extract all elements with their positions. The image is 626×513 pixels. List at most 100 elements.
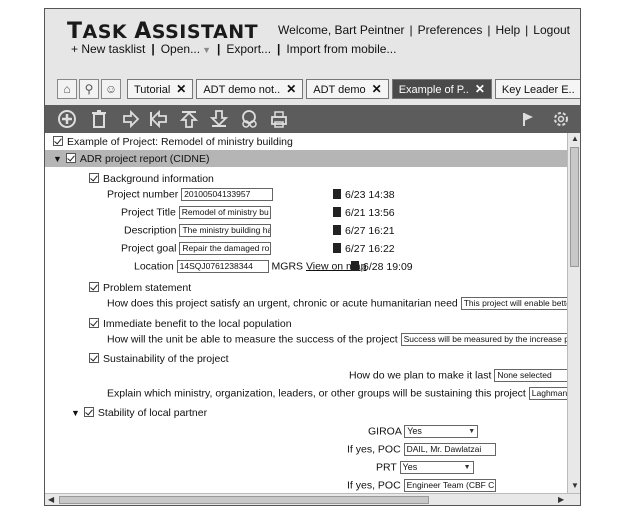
add-icon[interactable] <box>57 109 77 129</box>
vertical-scrollbar[interactable]: ▲ ▼ <box>567 133 580 493</box>
field-label: Location <box>134 260 174 273</box>
collapse-triangle-icon[interactable]: ▼ <box>71 408 80 418</box>
import-link[interactable]: Import from mobile... <box>286 42 396 56</box>
move-down-icon[interactable] <box>209 109 229 129</box>
checkbox[interactable] <box>89 353 99 363</box>
select-value: Yes <box>402 462 418 472</box>
delete-icon[interactable] <box>89 109 109 129</box>
outdent-icon[interactable] <box>149 109 169 129</box>
scroll-down-icon[interactable]: ▼ <box>571 481 579 490</box>
field-label: PRT <box>376 461 397 474</box>
preferences-link[interactable]: Preferences <box>418 23 483 37</box>
sustain-org-field[interactable]: Laghman Director of Ag <box>528 387 567 400</box>
scroll-thumb[interactable] <box>570 147 579 267</box>
trash-icon[interactable] <box>351 261 359 271</box>
giroa-select[interactable]: Yes ▼ <box>404 425 479 438</box>
location-field[interactable]: 14SQJ0761238344 <box>176 260 269 273</box>
home-icon[interactable]: ⌂ <box>57 79 77 99</box>
horizontal-scrollbar[interactable]: ◀ ▶ <box>45 493 580 505</box>
new-tasklist-link[interactable]: + New tasklist <box>71 42 145 56</box>
timestamp: 6/21 13:56 <box>345 207 395 219</box>
stability-label: Stability of local partner <box>97 407 208 419</box>
scroll-thumb[interactable] <box>59 496 429 504</box>
field-label: Description <box>124 224 177 237</box>
move-up-icon[interactable] <box>179 109 199 129</box>
poc2-field[interactable]: Engineer Team (CBF C <box>403 479 496 492</box>
scroll-up-icon[interactable]: ▲ <box>571 134 579 143</box>
print-icon[interactable] <box>269 109 289 129</box>
open-menu[interactable]: Open... ▼ <box>161 42 211 56</box>
tab-key-leader[interactable]: Key Leader E..✕ <box>494 79 580 99</box>
field-label: If yes, POC <box>347 443 401 456</box>
close-icon[interactable]: ✕ <box>176 82 186 96</box>
question-label: How will the unit be able to measure the… <box>107 333 398 346</box>
close-icon[interactable]: ✕ <box>286 82 296 96</box>
timestamp: 6/27 16:21 <box>345 225 395 237</box>
question-label: How does this project satisfy an urgent,… <box>107 297 458 310</box>
checkbox[interactable] <box>53 136 63 146</box>
chevron-down-icon: ▼ <box>468 428 476 435</box>
section-item[interactable]: ▼ ADR project report (CIDNE) <box>53 153 209 165</box>
sustain-plan-field[interactable]: None selected <box>494 369 567 382</box>
project-goal-row: Project goal Repair the damaged ro <box>121 242 272 255</box>
help-link[interactable]: Help <box>495 23 520 37</box>
collapse-triangle-icon[interactable]: ▼ <box>53 154 62 164</box>
tab-bar: ⌂ ⚲ ☺ Tutorial ✕ ADT demo not.. ✕ ADT demo ✕ Exam… <box>57 79 580 101</box>
checkbox[interactable] <box>83 407 94 417</box>
checkbox[interactable] <box>89 282 99 292</box>
project-number-row: Project number 20100504133957 <box>107 188 274 201</box>
sustainability-item[interactable]: Sustainability of the project <box>89 353 229 365</box>
close-icon[interactable]: ✕ <box>475 82 485 96</box>
benefit-label: Immediate benefit to the local populatio… <box>103 318 292 330</box>
tab-label: ADT demo not.. <box>203 84 281 96</box>
indent-icon[interactable] <box>121 109 141 129</box>
benefit-item[interactable]: Immediate benefit to the local populatio… <box>89 318 292 330</box>
stability-item[interactable]: ▼ Stability of local partner <box>71 407 207 419</box>
tab-label: Key Leader E.. <box>501 84 575 96</box>
timestamp-row: 6/27 16:21 <box>333 225 395 237</box>
scroll-left-icon[interactable]: ◀ <box>48 495 54 504</box>
section-label: ADR project report (CIDNE) <box>79 153 210 165</box>
problem-label: Problem statement <box>103 282 192 294</box>
trash-icon[interactable] <box>333 243 341 253</box>
background-item[interactable]: Background information <box>89 173 214 185</box>
timestamp-row: 6/28 19:09 <box>351 261 413 273</box>
project-title-row: Project Title Remodel of ministry bu <box>121 206 271 219</box>
checkbox[interactable] <box>89 318 99 328</box>
trash-icon[interactable] <box>333 189 341 199</box>
description-field[interactable]: The ministry building ha <box>179 224 272 237</box>
tab-tutorial[interactable]: Tutorial ✕ <box>127 79 194 99</box>
users-icon[interactable] <box>239 109 259 129</box>
tab-example-of-project[interactable]: Example of P.. ✕ <box>391 79 492 99</box>
project-goal-field[interactable]: Repair the damaged ro <box>179 242 272 255</box>
poc1-field[interactable]: DAIL, Mr. Dawlatzai <box>403 443 496 456</box>
giroa-row: GIROA Yes ▼ <box>368 425 479 438</box>
settings-icon[interactable] <box>551 109 571 129</box>
timestamp: 6/28 19:09 <box>363 261 413 273</box>
tab-adt-demo[interactable]: ADT demo ✕ <box>306 79 389 99</box>
trash-icon[interactable] <box>333 225 341 235</box>
timestamp-row: 6/27 16:22 <box>333 243 395 255</box>
project-number-field[interactable]: 20100504133957 <box>181 188 274 201</box>
people-icon[interactable]: ☺ <box>101 79 121 99</box>
trash-icon[interactable] <box>333 207 341 217</box>
root-item[interactable]: Example of Project: Remodel of ministry … <box>53 136 293 148</box>
timestamp: 6/27 16:22 <box>345 243 395 255</box>
project-title-field[interactable]: Remodel of ministry bu <box>178 206 271 219</box>
checkbox[interactable] <box>65 153 76 163</box>
prt-select[interactable]: Yes ▼ <box>399 461 474 474</box>
close-icon[interactable]: ✕ <box>372 82 382 96</box>
problem-answer-field[interactable]: This project will enable better and safe… <box>460 297 567 310</box>
tab-adt-demo-not[interactable]: ADT demo not.. ✕ <box>196 79 304 99</box>
benefit-answer-field[interactable]: Success will be measured by the increase… <box>400 333 567 346</box>
checkbox[interactable] <box>89 173 99 183</box>
logout-link[interactable]: Logout <box>533 23 570 37</box>
toolbar <box>45 105 580 133</box>
export-link[interactable]: Export... <box>226 42 271 56</box>
problem-item[interactable]: Problem statement <box>89 282 191 294</box>
welcome-text: Welcome, Bart Peintner <box>278 23 405 37</box>
search-icon[interactable]: ⚲ <box>79 79 99 99</box>
scroll-right-icon[interactable]: ▶ <box>558 495 564 504</box>
sustainability-label: Sustainability of the project <box>103 353 229 365</box>
flag-icon[interactable] <box>519 109 539 129</box>
